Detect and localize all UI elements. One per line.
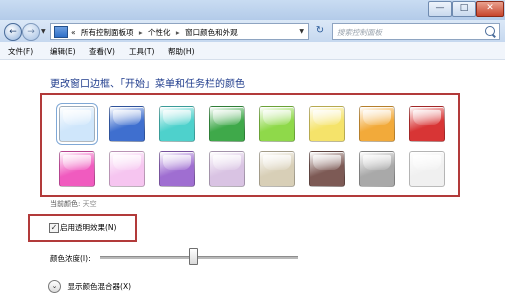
color-intensity-slider-thumb[interactable] (189, 248, 198, 265)
navigation-bar: ← → ▼ « 所有控制面板项 ▸ 个性化 ▸ 窗口颜色和外观 ▼ ↻ 搜索控制… (0, 20, 505, 42)
menu-bar: 文件(F) 编辑(E) 查看(V) 工具(T) 帮助(H) (0, 42, 505, 60)
current-color-label: 当前颜色: (50, 200, 81, 208)
color-swatch[interactable] (409, 151, 445, 187)
transparency-label[interactable]: 启用透明效果(N) (60, 222, 116, 233)
color-swatch[interactable] (159, 106, 195, 142)
search-icon[interactable] (485, 26, 495, 36)
color-swatch[interactable] (359, 106, 395, 142)
page-title: 更改窗口边框、「开始」菜单和任务栏的颜色 (50, 79, 245, 90)
breadcrumb-item[interactable]: 窗口颜色和外观 (185, 28, 238, 37)
menu-help[interactable]: 帮助(H) (168, 46, 195, 57)
breadcrumb-separator-icon[interactable]: ▸ (176, 28, 180, 37)
breadcrumb-overflow[interactable]: « (71, 28, 76, 37)
color-swatch[interactable] (259, 106, 295, 142)
menu-tools[interactable]: 工具(T) (129, 46, 154, 57)
color-swatch[interactable] (309, 106, 345, 142)
color-swatch[interactable] (109, 151, 145, 187)
color-swatch[interactable] (59, 151, 95, 187)
breadcrumb-item[interactable]: 所有控制面板项 (81, 28, 134, 37)
transparency-checkbox[interactable]: ✓ (49, 223, 59, 233)
address-bar[interactable]: « 所有控制面板项 ▸ 个性化 ▸ 窗口颜色和外观 ▼ (50, 23, 309, 40)
maximize-button[interactable]: □ (452, 1, 476, 17)
minimize-button[interactable]: — (428, 1, 452, 17)
current-color-value: 天空 (82, 200, 97, 208)
color-swatch[interactable] (409, 106, 445, 142)
close-button[interactable]: ✕ (476, 1, 504, 17)
address-dropdown-icon[interactable]: ▼ (299, 28, 304, 35)
recent-pages-dropdown-icon[interactable]: ▼ (41, 28, 46, 35)
forward-button[interactable]: → (22, 23, 40, 41)
show-color-mixer-label[interactable]: 显示颜色混合器(X) (68, 282, 132, 291)
color-swatch[interactable] (309, 151, 345, 187)
color-swatch[interactable] (359, 151, 395, 187)
search-input[interactable]: 搜索控制面板 (332, 23, 500, 40)
color-swatch[interactable] (109, 106, 145, 142)
transparency-highlight: ✓ 启用透明效果(N) (28, 214, 137, 242)
control-panel-icon (54, 26, 68, 38)
current-color-readout: 当前颜色: 天空 (50, 199, 97, 209)
color-intensity-label: 颜色浓度(I): (50, 254, 91, 263)
breadcrumb-separator-icon[interactable]: ▸ (139, 28, 143, 37)
refresh-icon[interactable]: ↻ (313, 24, 327, 37)
breadcrumb-item[interactable]: 个性化 (148, 28, 171, 37)
color-swatch-grid (40, 93, 460, 197)
title-bar: — □ ✕ (0, 0, 505, 20)
color-swatch[interactable] (209, 151, 245, 187)
back-button[interactable]: ← (4, 23, 22, 41)
menu-view[interactable]: 查看(V) (89, 46, 115, 57)
menu-file[interactable]: 文件(F) (8, 46, 33, 57)
color-swatch[interactable] (259, 151, 295, 187)
color-intensity-slider[interactable] (100, 256, 298, 259)
menu-edit[interactable]: 编辑(E) (50, 46, 76, 57)
breadcrumb: « 所有控制面板项 ▸ 个性化 ▸ 窗口颜色和外观 (71, 27, 241, 38)
color-swatch[interactable] (209, 106, 245, 142)
expand-chevron-icon[interactable]: ⌄ (48, 280, 61, 293)
color-swatch[interactable] (159, 151, 195, 187)
show-color-mixer[interactable]: ⌄ 显示颜色混合器(X) (48, 280, 131, 293)
search-placeholder: 搜索控制面板 (337, 28, 382, 37)
color-swatch[interactable] (56, 103, 98, 145)
